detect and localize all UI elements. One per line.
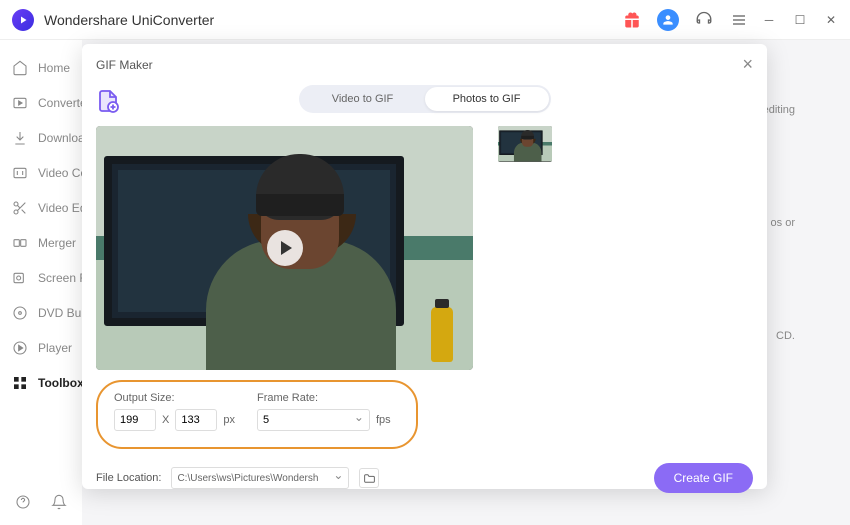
download-icon	[11, 129, 28, 146]
width-input[interactable]	[114, 409, 156, 431]
frame-rate-label: Frame Rate:	[257, 392, 391, 404]
window-minimize[interactable]: ─	[762, 13, 776, 27]
thumbnail[interactable]	[498, 126, 552, 162]
create-gif-button[interactable]: Create GIF	[654, 463, 753, 493]
main-area: editing os or CD. GIF Maker × Video to G…	[82, 40, 850, 525]
window-maximize[interactable]: ☐	[793, 13, 807, 27]
height-input[interactable]	[175, 409, 217, 431]
mode-tabs: Video to GIF Photos to GIF	[299, 85, 551, 113]
video-preview[interactable]	[96, 126, 473, 370]
user-icon[interactable]	[657, 9, 679, 31]
file-location-select[interactable]: C:\Users\ws\Pictures\Wondersh	[171, 467, 349, 489]
app-title: Wondershare UniConverter	[44, 12, 214, 28]
fps-select[interactable]: 5	[257, 409, 370, 431]
merger-icon	[11, 234, 28, 251]
modal-title: GIF Maker	[96, 58, 153, 72]
tab-video-to-gif[interactable]: Video to GIF	[301, 87, 425, 111]
sidebar-item-player[interactable]: Player	[0, 330, 82, 365]
sidebar-item-home[interactable]: Home	[0, 50, 82, 85]
compress-icon	[11, 164, 28, 181]
sidebar-item-compressor[interactable]: Video Compressor	[0, 155, 82, 190]
sidebar-item-editor[interactable]: Video Editor	[0, 190, 82, 225]
gif-maker-modal: GIF Maker × Video to GIF Photos to GIF	[82, 44, 767, 489]
titlebar-icons	[622, 9, 749, 31]
px-label: px	[223, 414, 235, 426]
bg-text: editing	[763, 104, 795, 116]
app-logo	[12, 9, 34, 31]
sidebar-item-downloader[interactable]: Downloader	[0, 120, 82, 155]
add-file-button[interactable]	[96, 89, 120, 113]
titlebar: Wondershare UniConverter ─ ☐ ✕	[0, 0, 850, 40]
open-folder-button[interactable]	[359, 468, 379, 488]
sidebar-item-converter[interactable]: Converter	[0, 85, 82, 120]
sidebar-item-label: Toolbox	[38, 376, 84, 390]
converter-icon	[11, 94, 28, 111]
output-size-label: Output Size:	[114, 392, 235, 404]
home-icon	[11, 59, 28, 76]
help-icon[interactable]	[15, 494, 31, 510]
recorder-icon	[11, 269, 28, 286]
play-icon	[11, 339, 28, 356]
tab-photos-to-gif[interactable]: Photos to GIF	[425, 87, 549, 111]
sidebar-item-merger[interactable]: Merger	[0, 225, 82, 260]
headset-icon[interactable]	[694, 10, 714, 30]
sidebar: Home Converter Downloader Video Compress…	[0, 40, 82, 525]
sidebar-item-label: Player	[38, 341, 72, 355]
times-label: X	[162, 414, 169, 426]
sidebar-item-label: Merger	[38, 236, 76, 250]
sidebar-item-toolbox[interactable]: Toolbox	[0, 365, 82, 400]
bg-text: CD.	[776, 330, 795, 342]
play-button[interactable]	[267, 230, 303, 266]
window-close[interactable]: ✕	[824, 13, 838, 27]
bg-text: os or	[771, 217, 795, 229]
close-icon[interactable]: ×	[742, 54, 753, 75]
file-location-label: File Location:	[96, 472, 161, 484]
bell-icon[interactable]	[51, 494, 67, 510]
output-settings: Output Size: X px Frame Rate:	[96, 380, 418, 449]
fps-label: fps	[376, 414, 391, 426]
menu-icon[interactable]	[729, 10, 749, 30]
scissors-icon	[11, 199, 28, 216]
sidebar-item-label: Home	[38, 61, 70, 75]
disc-icon	[11, 304, 28, 321]
gift-icon[interactable]	[622, 10, 642, 30]
grid-icon	[11, 374, 28, 391]
sidebar-item-recorder[interactable]: Screen Recorder	[0, 260, 82, 295]
sidebar-item-dvd[interactable]: DVD Burner	[0, 295, 82, 330]
